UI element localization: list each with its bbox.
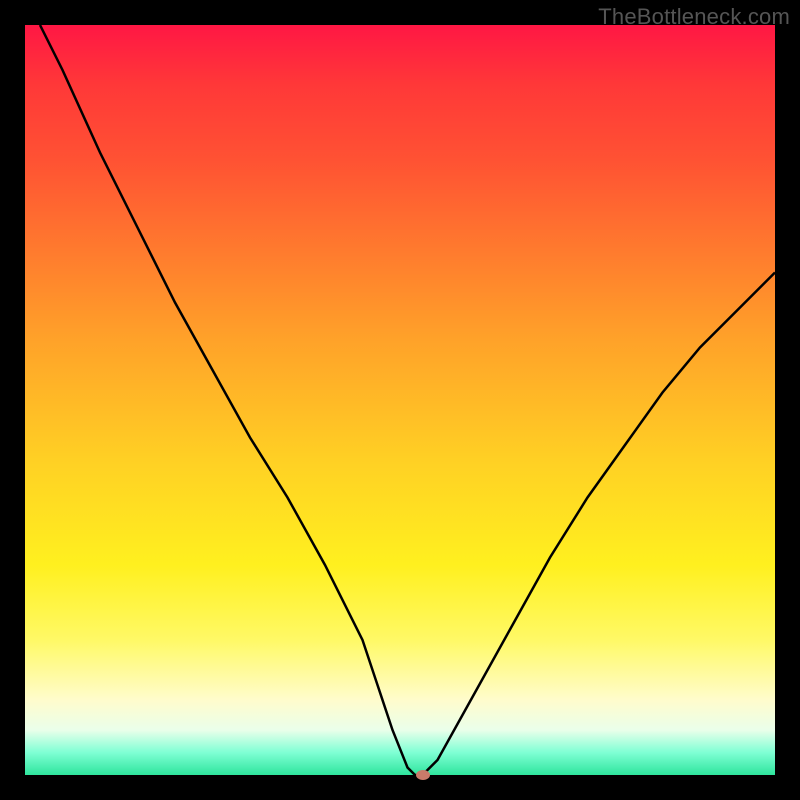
bottleneck-curve [25, 25, 775, 775]
optimal-point-marker [416, 770, 430, 780]
watermark-text: TheBottleneck.com [598, 4, 790, 30]
plot-area [25, 25, 775, 775]
chart-frame: TheBottleneck.com [0, 0, 800, 800]
